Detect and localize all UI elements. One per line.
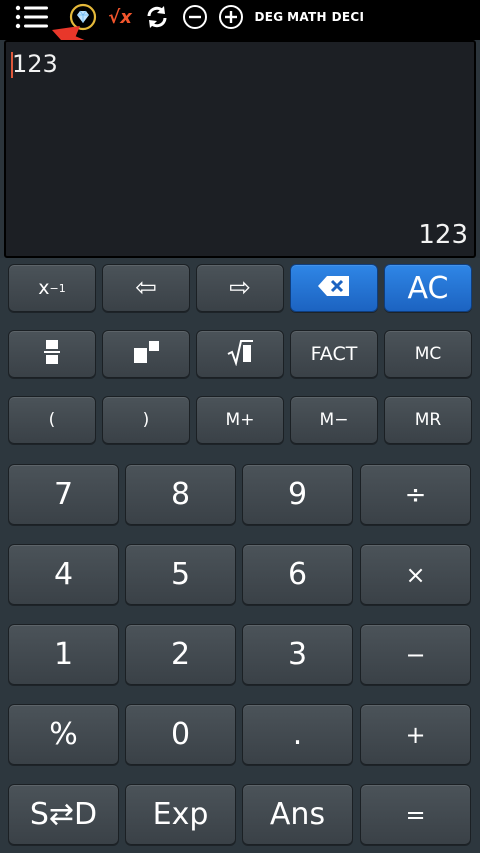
equals-button[interactable]: =: [360, 784, 471, 845]
backspace-icon: [317, 275, 351, 301]
result-text: 123: [418, 220, 468, 250]
close-paren-button[interactable]: ): [102, 396, 190, 444]
memory-recall-button[interactable]: MR: [384, 396, 472, 444]
digit-0-button[interactable]: 0: [125, 704, 236, 765]
inverse-button[interactable]: x −1: [8, 264, 96, 312]
digit-8-button[interactable]: 8: [125, 464, 236, 525]
digit-2-button[interactable]: 2: [125, 624, 236, 685]
divide-button[interactable]: ÷: [360, 464, 471, 525]
memory-add-button[interactable]: M+: [196, 396, 284, 444]
factorial-button[interactable]: FACT: [290, 330, 378, 378]
decimal-point-button[interactable]: .: [242, 704, 353, 765]
percent-button[interactable]: %: [8, 704, 119, 765]
memory-clear-button[interactable]: MC: [384, 330, 472, 378]
fraction-button[interactable]: [8, 330, 96, 378]
sqrt-button[interactable]: [196, 330, 284, 378]
minus-button[interactable]: −: [360, 624, 471, 685]
math-mode-toggle[interactable]: MATH: [287, 0, 326, 34]
sqrt-x-icon[interactable]: √x: [104, 0, 136, 34]
digit-7-button[interactable]: 7: [8, 464, 119, 525]
digit-3-button[interactable]: 3: [242, 624, 353, 685]
minus-circle-icon[interactable]: [180, 0, 210, 34]
refresh-icon[interactable]: [142, 0, 172, 34]
digit-6-button[interactable]: 6: [242, 544, 353, 605]
top-toolbar: √x DEG MATH DECI: [0, 0, 480, 40]
power-button[interactable]: [102, 330, 190, 378]
cursor-left-button[interactable]: ⇦: [102, 264, 190, 312]
cursor-right-button[interactable]: ⇨: [196, 264, 284, 312]
exp-button[interactable]: Exp: [125, 784, 236, 845]
digit-9-button[interactable]: 9: [242, 464, 353, 525]
plus-circle-icon[interactable]: [216, 0, 246, 34]
digit-1-button[interactable]: 1: [8, 624, 119, 685]
multiply-button[interactable]: ×: [360, 544, 471, 605]
fraction-icon: [44, 339, 60, 369]
all-clear-button[interactable]: AC: [384, 264, 472, 312]
deci-mode-toggle[interactable]: DECI: [330, 0, 366, 34]
calculator-display[interactable]: 123 123: [4, 40, 476, 258]
gem-icon[interactable]: [68, 0, 98, 34]
memory-subtract-button[interactable]: M−: [290, 396, 378, 444]
digit-5-button[interactable]: 5: [125, 544, 236, 605]
open-paren-button[interactable]: (: [8, 396, 96, 444]
digit-4-button[interactable]: 4: [8, 544, 119, 605]
deg-mode-toggle[interactable]: DEG: [254, 0, 284, 34]
plus-button[interactable]: +: [360, 704, 471, 765]
power-icon: [132, 339, 160, 369]
backspace-button[interactable]: [290, 264, 378, 312]
s-to-d-button[interactable]: S⇄D: [8, 784, 119, 845]
ans-button[interactable]: Ans: [242, 784, 353, 845]
keypad: x −1 ⇦ ⇨ AC FACT MC () M+ M− MR 7 8 9 ÷…: [0, 258, 480, 853]
sqrt-icon: [226, 338, 254, 370]
expression-text: 123: [12, 50, 58, 78]
menu-icon[interactable]: [12, 0, 52, 34]
